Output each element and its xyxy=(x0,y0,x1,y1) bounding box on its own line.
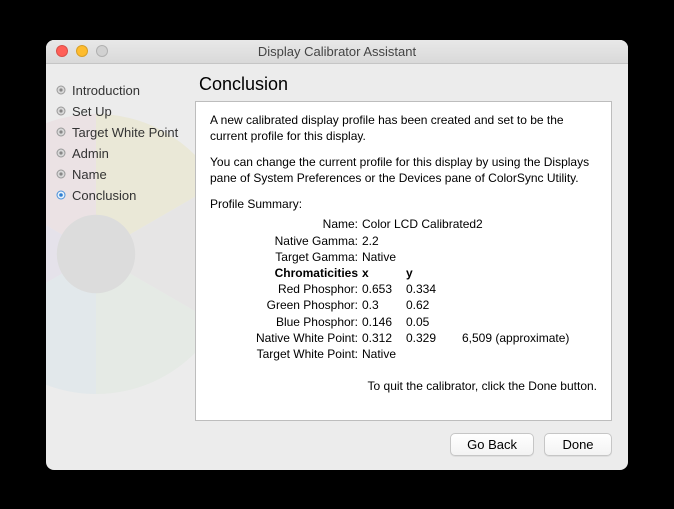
footer-note: To quit the calibrator, click the Done b… xyxy=(210,378,597,394)
label: Blue Phosphor: xyxy=(234,314,362,330)
window: Display Calibrator Assistant Introductio… xyxy=(46,40,628,470)
done-button[interactable]: Done xyxy=(544,433,612,456)
page-title: Conclusion xyxy=(199,74,612,95)
row-green: Green Phosphor: 0.3 0.62 xyxy=(234,297,575,313)
label: Chromaticities xyxy=(234,265,362,281)
summary-table: Name: Color LCD Calibrated2 Native Gamma… xyxy=(234,216,575,362)
x: 0.146 xyxy=(362,314,406,330)
value: Color LCD Calibrated2 xyxy=(362,216,575,232)
titlebar: Display Calibrator Assistant xyxy=(46,40,628,64)
row-name: Name: Color LCD Calibrated2 xyxy=(234,216,575,232)
y: 0.05 xyxy=(406,314,450,330)
row-target-gamma: Target Gamma: Native xyxy=(234,249,575,265)
row-chromaticities-header: Chromaticities x y xyxy=(234,265,575,281)
label: Native Gamma: xyxy=(234,233,362,249)
label: Red Phosphor: xyxy=(234,281,362,297)
label: Target White Point: xyxy=(234,346,362,362)
sidebar-item-label: Introduction xyxy=(72,83,140,98)
sidebar-item-admin: Admin xyxy=(56,143,181,164)
content: Introduction Set Up Target White Point A… xyxy=(46,64,628,470)
row-target-white-point: Target White Point: Native xyxy=(234,346,575,362)
panel: A new calibrated display profile has bee… xyxy=(195,101,612,421)
label: Native White Point: xyxy=(234,330,362,346)
bullet-icon xyxy=(56,106,66,116)
intro-paragraph-1: A new calibrated display profile has bee… xyxy=(210,112,597,144)
extra: 6,509 (approximate) xyxy=(450,330,575,346)
sidebar: Introduction Set Up Target White Point A… xyxy=(46,64,191,470)
close-icon[interactable] xyxy=(56,45,68,57)
bullet-icon xyxy=(56,148,66,158)
sidebar-item-label: Set Up xyxy=(72,104,112,119)
minimize-icon[interactable] xyxy=(76,45,88,57)
bullet-icon xyxy=(56,127,66,137)
button-row: Go Back Done xyxy=(195,433,612,456)
main: Conclusion A new calibrated display prof… xyxy=(191,64,628,470)
x: 0.3 xyxy=(362,297,406,313)
sidebar-item-label: Name xyxy=(72,167,107,182)
row-native-white-point: Native White Point: 0.312 0.329 6,509 (a… xyxy=(234,330,575,346)
window-title: Display Calibrator Assistant xyxy=(258,44,416,59)
y: 0.334 xyxy=(406,281,450,297)
value: Native xyxy=(362,346,575,362)
y-header: y xyxy=(406,265,450,281)
x-header: x xyxy=(362,265,406,281)
sidebar-item-setup: Set Up xyxy=(56,101,181,122)
sidebar-item-target-white-point: Target White Point xyxy=(56,122,181,143)
traffic-lights xyxy=(56,45,108,57)
row-red: Red Phosphor: 0.653 0.334 xyxy=(234,281,575,297)
sidebar-item-label: Target White Point xyxy=(72,125,178,140)
value: 2.2 xyxy=(362,233,575,249)
go-back-button[interactable]: Go Back xyxy=(450,433,534,456)
value: Native xyxy=(362,249,575,265)
x: 0.653 xyxy=(362,281,406,297)
label: Green Phosphor: xyxy=(234,297,362,313)
sidebar-item-name: Name xyxy=(56,164,181,185)
intro-paragraph-2: You can change the current profile for t… xyxy=(210,154,597,186)
sidebar-item-label: Admin xyxy=(72,146,109,161)
row-blue: Blue Phosphor: 0.146 0.05 xyxy=(234,314,575,330)
sidebar-item-label: Conclusion xyxy=(72,188,136,203)
sidebar-item-conclusion: Conclusion xyxy=(56,185,181,206)
sidebar-item-introduction: Introduction xyxy=(56,80,181,101)
label: Target Gamma: xyxy=(234,249,362,265)
row-native-gamma: Native Gamma: 2.2 xyxy=(234,233,575,249)
label: Name: xyxy=(234,216,362,232)
y: 0.62 xyxy=(406,297,450,313)
zoom-icon xyxy=(96,45,108,57)
bullet-icon xyxy=(56,169,66,179)
y: 0.329 xyxy=(406,330,450,346)
x: 0.312 xyxy=(362,330,406,346)
bullet-icon xyxy=(56,85,66,95)
bullet-active-icon xyxy=(56,190,66,200)
summary-title: Profile Summary: xyxy=(210,196,597,212)
